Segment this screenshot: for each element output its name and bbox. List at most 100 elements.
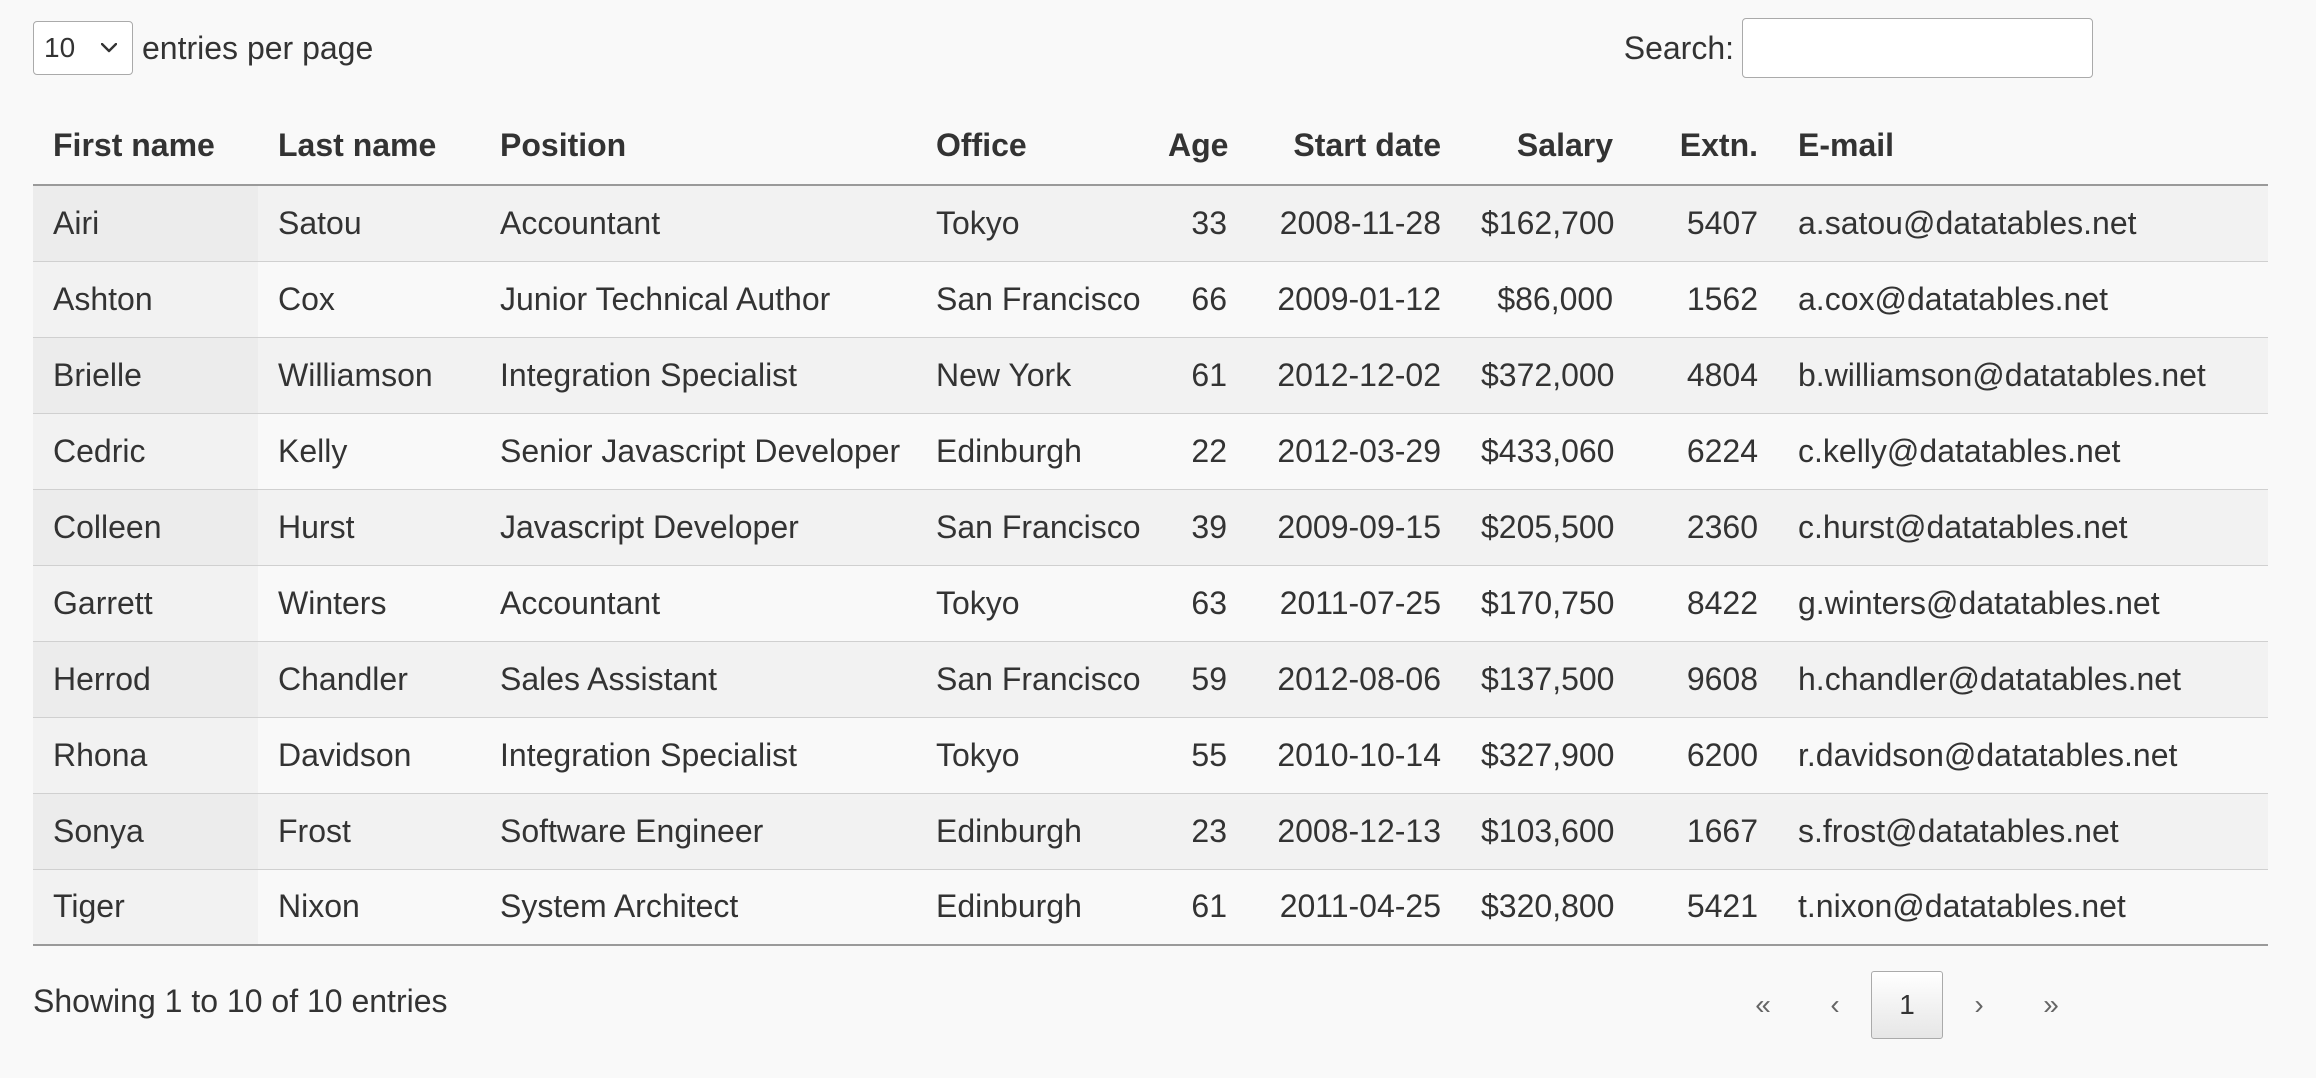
table-info: Showing 1 to 10 of 10 entries: [33, 983, 448, 1019]
column-header-email[interactable]: E-mail: [1778, 107, 2268, 186]
column-header-first-name[interactable]: First name: [33, 107, 258, 186]
cell-salary: $86,000: [1461, 261, 1633, 338]
column-header-position[interactable]: Position: [480, 107, 916, 186]
cell-position: Integration Specialist: [480, 717, 916, 794]
cell-position: Senior Javascript Developer: [480, 413, 916, 490]
column-header-salary[interactable]: Salary: [1461, 107, 1633, 186]
search-input[interactable]: [1742, 18, 2093, 78]
page-1-button[interactable]: 1: [1871, 971, 1943, 1039]
cell-position: Javascript Developer: [480, 489, 916, 566]
cell-last-name: Chandler: [258, 641, 480, 718]
chevron-down-icon: [98, 37, 120, 59]
cell-position: Software Engineer: [480, 793, 916, 870]
cell-age: 33: [1148, 185, 1247, 262]
cell-last-name: Davidson: [258, 717, 480, 794]
table-body: Airi Satou Accountant Tokyo 33 2008-11-28 $162…: [33, 185, 2268, 946]
previous-page-button[interactable]: ‹: [1799, 971, 1871, 1039]
cell-email: h.chandler@datatables.net: [1778, 641, 2268, 718]
cell-first-name: Airi: [33, 185, 258, 262]
cell-email: a.cox@datatables.net: [1778, 261, 2268, 338]
cell-office: Edinburgh: [916, 413, 1148, 490]
cell-salary: $327,900: [1461, 717, 1633, 794]
table-row: Rhona Davidson Integration Specialist Tokyo…: [33, 717, 2268, 794]
table-row: Ashton Cox Junior Technical Author San Fran…: [33, 261, 2268, 338]
cell-age: 23: [1148, 793, 1247, 870]
next-page-button[interactable]: ›: [1943, 971, 2015, 1039]
column-header-extn[interactable]: Extn.: [1633, 107, 1778, 186]
column-header-start-date[interactable]: Start date: [1247, 107, 1461, 186]
cell-start-date: 2008-11-28: [1247, 185, 1461, 262]
cell-email: t.nixon@datatables.net: [1778, 869, 2268, 946]
cell-age: 55: [1148, 717, 1247, 794]
table-row: Brielle Williamson Integration Specialist N…: [33, 337, 2268, 414]
cell-salary: $162,700: [1461, 185, 1633, 262]
cell-email: c.kelly@datatables.net: [1778, 413, 2268, 490]
cell-extn: 1667: [1633, 793, 1778, 870]
cell-first-name: Ashton: [33, 261, 258, 338]
cell-start-date: 2008-12-13: [1247, 793, 1461, 870]
table-header: First name Last name Position Office Age…: [33, 107, 2268, 186]
first-page-button[interactable]: «: [1727, 971, 1799, 1039]
cell-extn: 5421: [1633, 869, 1778, 946]
cell-email: s.frost@datatables.net: [1778, 793, 2268, 870]
cell-extn: 5407: [1633, 185, 1778, 262]
cell-email: g.winters@datatables.net: [1778, 565, 2268, 642]
cell-office: Tokyo: [916, 717, 1148, 794]
cell-extn: 1562: [1633, 261, 1778, 338]
column-header-last-name[interactable]: Last name: [258, 107, 480, 186]
cell-salary: $320,800: [1461, 869, 1633, 946]
datatable-wrapper: 10 entries per page Search: First name L…: [0, 0, 2316, 1078]
column-header-office[interactable]: Office: [916, 107, 1148, 186]
cell-position: Integration Specialist: [480, 337, 916, 414]
cell-office: San Francisco: [916, 489, 1148, 566]
entries-per-page-label: entries per page: [142, 29, 374, 66]
cell-first-name: Cedric: [33, 413, 258, 490]
cell-office: Edinburgh: [916, 793, 1148, 870]
cell-age: 61: [1148, 869, 1247, 946]
table-row: Cedric Kelly Senior Javascript Developer Ed…: [33, 413, 2268, 490]
cell-age: 61: [1148, 337, 1247, 414]
cell-first-name: Garrett: [33, 565, 258, 642]
cell-extn: 4804: [1633, 337, 1778, 414]
cell-last-name: Cox: [258, 261, 480, 338]
cell-office: Edinburgh: [916, 869, 1148, 946]
entries-per-page-value: 10: [44, 32, 76, 63]
cell-age: 59: [1148, 641, 1247, 718]
table-row: Colleen Hurst Javascript Developer San Fran…: [33, 489, 2268, 566]
cell-position: Accountant: [480, 185, 916, 262]
cell-office: San Francisco: [916, 641, 1148, 718]
cell-last-name: Satou: [258, 185, 480, 262]
cell-extn: 8422: [1633, 565, 1778, 642]
cell-last-name: Hurst: [258, 489, 480, 566]
cell-extn: 6200: [1633, 717, 1778, 794]
cell-extn: 9608: [1633, 641, 1778, 718]
cell-start-date: 2012-12-02: [1247, 337, 1461, 414]
search-label: Search:: [1623, 29, 1734, 66]
cell-first-name: Rhona: [33, 717, 258, 794]
data-table: First name Last name Position Office Age…: [33, 107, 2268, 946]
cell-extn: 6224: [1633, 413, 1778, 490]
cell-start-date: 2012-08-06: [1247, 641, 1461, 718]
cell-salary: $372,000: [1461, 337, 1633, 414]
entries-per-page-control: 10 entries per page: [33, 20, 373, 76]
header-row: First name Last name Position Office Age…: [33, 107, 2268, 186]
last-page-button[interactable]: »: [2015, 971, 2087, 1039]
column-header-age[interactable]: Age: [1148, 107, 1247, 186]
cell-position: Accountant: [480, 565, 916, 642]
cell-age: 63: [1148, 565, 1247, 642]
table-row: Garrett Winters Accountant Tokyo 63 2011-07-2…: [33, 565, 2268, 642]
cell-salary: $205,500: [1461, 489, 1633, 566]
entries-per-page-select[interactable]: 10: [33, 21, 133, 75]
cell-extn: 2360: [1633, 489, 1778, 566]
cell-last-name: Winters: [258, 565, 480, 642]
cell-salary: $433,060: [1461, 413, 1633, 490]
cell-start-date: 2009-09-15: [1247, 489, 1461, 566]
cell-salary: $137,500: [1461, 641, 1633, 718]
cell-last-name: Frost: [258, 793, 480, 870]
table-row: Sonya Frost Software Engineer Edinburgh 23 20…: [33, 793, 2268, 870]
cell-position: System Architect: [480, 869, 916, 946]
cell-position: Sales Assistant: [480, 641, 916, 718]
cell-first-name: Colleen: [33, 489, 258, 566]
cell-last-name: Kelly: [258, 413, 480, 490]
cell-office: San Francisco: [916, 261, 1148, 338]
